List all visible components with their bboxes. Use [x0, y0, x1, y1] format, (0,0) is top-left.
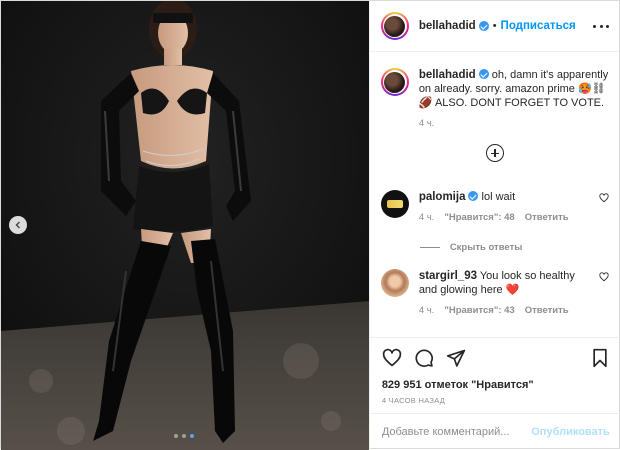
post-container: bellahadid • Подписаться bellahadid oh, …: [0, 0, 620, 450]
verified-badge-icon: [478, 21, 489, 31]
follow-button[interactable]: Подписаться: [501, 20, 576, 32]
action-icons: [382, 347, 610, 369]
comments-list[interactable]: bellahadid oh, damn it's apparently on a…: [370, 53, 620, 337]
post-sidebar: bellahadid • Подписаться bellahadid oh, …: [368, 1, 620, 450]
header-separator: •: [492, 20, 497, 32]
hide-replies-button[interactable]: Скрыть ответы: [419, 242, 523, 253]
comment-text: lol wait: [481, 191, 516, 203]
comment-like-heart-icon[interactable]: [599, 193, 609, 203]
reply-button[interactable]: Ответить: [525, 211, 569, 225]
carousel-dot: [182, 434, 186, 438]
comment-body: palomija lol wait 4 ч. "Нравится": 48 От…: [419, 190, 589, 225]
caption-avatar[interactable]: [380, 68, 409, 96]
more-icon: [593, 24, 596, 28]
commenter-avatar[interactable]: [380, 190, 409, 218]
comment-icon[interactable]: [414, 348, 434, 368]
reply-button[interactable]: Ответить: [525, 304, 569, 318]
hide-replies-line: [419, 247, 440, 248]
author-username[interactable]: bellahadid: [419, 20, 476, 32]
likes-count[interactable]: 829 951 отметок "Нравится": [382, 379, 610, 391]
load-more-comments-icon[interactable]: [485, 144, 504, 162]
chevron-left-icon: [15, 221, 20, 229]
post-header: bellahadid • Подписаться: [369, 1, 619, 52]
author-avatar[interactable]: [380, 12, 409, 40]
caption: bellahadid oh, damn it's apparently on a…: [370, 53, 620, 110]
share-icon[interactable]: [446, 348, 466, 368]
carousel-dot-active: [190, 434, 194, 438]
comment-item: stargirl_93 You look so healthy and glow…: [380, 269, 611, 318]
bookmark-icon[interactable]: [590, 348, 610, 368]
verified-badge-icon: [478, 69, 489, 79]
hide-replies-label: Скрыть ответы: [449, 242, 523, 253]
post-time-ago[interactable]: 4 часов назад: [382, 396, 610, 405]
verified-badge-icon: [468, 191, 479, 201]
add-comment-bar: Опубликовать: [369, 413, 620, 450]
comment-like-heart-icon[interactable]: [599, 272, 609, 282]
caption-text-block: bellahadid oh, damn it's apparently on a…: [419, 68, 609, 110]
post-media[interactable]: [1, 1, 369, 450]
carousel-prev-button[interactable]: [9, 216, 27, 234]
post-actions: 829 951 отметок "Нравится" 4 часов назад: [369, 337, 620, 405]
publish-button[interactable]: Опубликовать: [531, 426, 610, 438]
comment-body: stargirl_93 You look so healthy and glow…: [419, 269, 589, 318]
post-photo: [1, 1, 369, 450]
carousel-dot: [174, 434, 178, 438]
commenter-avatar[interactable]: [380, 269, 409, 297]
comment-likes[interactable]: "Нравится": 43: [444, 304, 514, 318]
comment-meta: 4 ч. "Нравится": 43 Ответить: [419, 304, 589, 318]
caption-username[interactable]: bellahadid: [419, 69, 476, 81]
comment-username[interactable]: palomija: [419, 191, 466, 203]
comment-meta: 4 ч. "Нравится": 48 Ответить: [419, 211, 589, 225]
comment-time[interactable]: 4 ч.: [419, 304, 435, 318]
carousel-indicator: [174, 434, 194, 438]
caption-time[interactable]: 4 ч.: [419, 118, 620, 129]
comment-username[interactable]: stargirl_93: [419, 270, 477, 282]
comment-time[interactable]: 4 ч.: [419, 211, 435, 225]
comment-input[interactable]: [381, 426, 532, 438]
heart-icon[interactable]: [382, 348, 402, 368]
comment-item: palomija lol wait 4 ч. "Нравится": 48 От…: [380, 190, 611, 225]
more-options-button[interactable]: [593, 24, 609, 28]
comment-likes[interactable]: "Нравится": 48: [444, 211, 514, 225]
